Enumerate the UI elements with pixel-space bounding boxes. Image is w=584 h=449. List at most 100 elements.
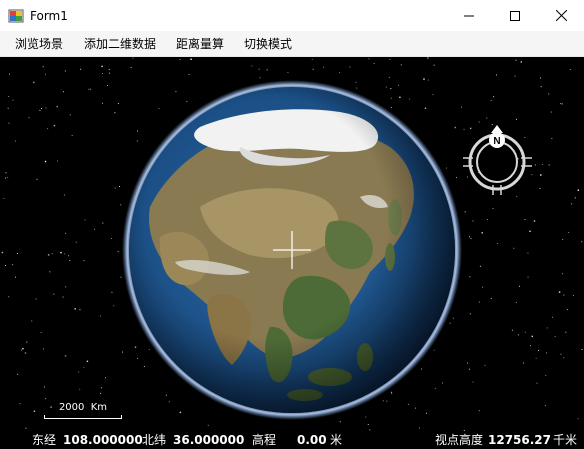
star <box>122 351 123 353</box>
star <box>541 164 543 165</box>
window-title: Form1 <box>30 9 68 23</box>
star <box>45 398 47 400</box>
title-bar: Form1 <box>0 0 584 31</box>
star <box>390 97 392 99</box>
star <box>469 276 471 278</box>
star <box>9 73 10 75</box>
star <box>45 107 47 109</box>
menu-distance-measure[interactable]: 距离量算 <box>176 36 224 52</box>
star <box>108 69 110 70</box>
star <box>60 251 62 254</box>
star <box>78 371 80 373</box>
star <box>102 222 104 224</box>
star <box>527 252 529 254</box>
star <box>540 77 541 79</box>
star <box>43 348 44 350</box>
star <box>540 86 542 88</box>
star <box>523 362 524 364</box>
star <box>339 421 341 423</box>
star <box>434 388 436 389</box>
star <box>5 177 7 179</box>
star <box>390 391 392 393</box>
star <box>427 79 429 81</box>
star <box>493 96 495 98</box>
star <box>490 298 492 299</box>
star <box>186 100 188 102</box>
star <box>497 243 499 244</box>
star <box>323 66 325 68</box>
scale-line <box>44 415 122 419</box>
view-height-value: 12756.27 <box>488 433 552 447</box>
longitude-label: 东经 <box>32 433 57 447</box>
star <box>365 416 367 418</box>
star <box>469 236 470 238</box>
star <box>266 69 268 71</box>
star <box>382 400 384 402</box>
compass-icon[interactable]: N <box>459 123 539 203</box>
star <box>207 424 209 426</box>
maximize-icon <box>510 10 520 21</box>
star <box>51 253 53 255</box>
star <box>569 69 571 70</box>
star <box>356 87 358 89</box>
star <box>433 349 435 351</box>
star <box>119 186 120 187</box>
star <box>511 329 513 331</box>
star <box>179 411 182 414</box>
star <box>7 176 9 178</box>
latitude-label: 北纬 <box>142 433 167 447</box>
maximize-button[interactable] <box>492 0 538 31</box>
star <box>114 187 116 189</box>
star <box>111 291 113 293</box>
star <box>80 68 82 70</box>
star <box>565 331 567 333</box>
star <box>524 331 526 333</box>
star <box>517 334 519 336</box>
star <box>134 346 137 348</box>
star <box>148 349 150 350</box>
star <box>100 387 102 389</box>
star <box>33 81 35 84</box>
star <box>514 75 516 77</box>
star <box>44 160 47 163</box>
star <box>64 253 66 255</box>
star <box>28 117 30 119</box>
status-bar: 东经 108.000000 北纬 36.000000 高程 0.00 米 视点高… <box>0 431 584 449</box>
menu-bar: 浏览场景 添加二维数据 距离量算 切换模式 <box>0 31 584 57</box>
scene-viewport[interactable]: N 2000 Km <box>0 57 584 431</box>
menu-switch-mode[interactable]: 切换模式 <box>244 36 292 52</box>
star <box>390 88 392 89</box>
star <box>452 317 454 319</box>
star <box>312 68 314 70</box>
star <box>8 96 10 97</box>
star <box>53 293 55 295</box>
star <box>188 74 190 75</box>
winforms-app-icon[interactable] <box>8 8 24 24</box>
star <box>168 401 170 403</box>
star <box>3 197 5 199</box>
star <box>496 74 497 76</box>
minimize-button[interactable] <box>446 0 492 31</box>
star <box>385 86 387 88</box>
star <box>540 174 542 176</box>
star <box>1 251 4 254</box>
star <box>415 407 416 409</box>
star <box>478 301 480 303</box>
star <box>479 265 481 267</box>
star <box>391 107 392 108</box>
star <box>467 362 468 364</box>
star <box>190 58 192 60</box>
star <box>102 73 103 74</box>
scene-canvas[interactable] <box>0 57 584 431</box>
menu-add-2d-data[interactable]: 添加二维数据 <box>84 36 156 52</box>
menu-browse-scene[interactable]: 浏览场景 <box>15 36 63 52</box>
view-height-unit: 千米 <box>553 433 578 447</box>
star <box>15 140 16 142</box>
star <box>64 355 66 357</box>
minimize-icon <box>464 15 474 16</box>
star <box>572 295 574 297</box>
close-button[interactable] <box>538 0 584 31</box>
star <box>84 219 86 221</box>
star <box>472 220 474 222</box>
compass-north-label: N <box>493 136 500 147</box>
